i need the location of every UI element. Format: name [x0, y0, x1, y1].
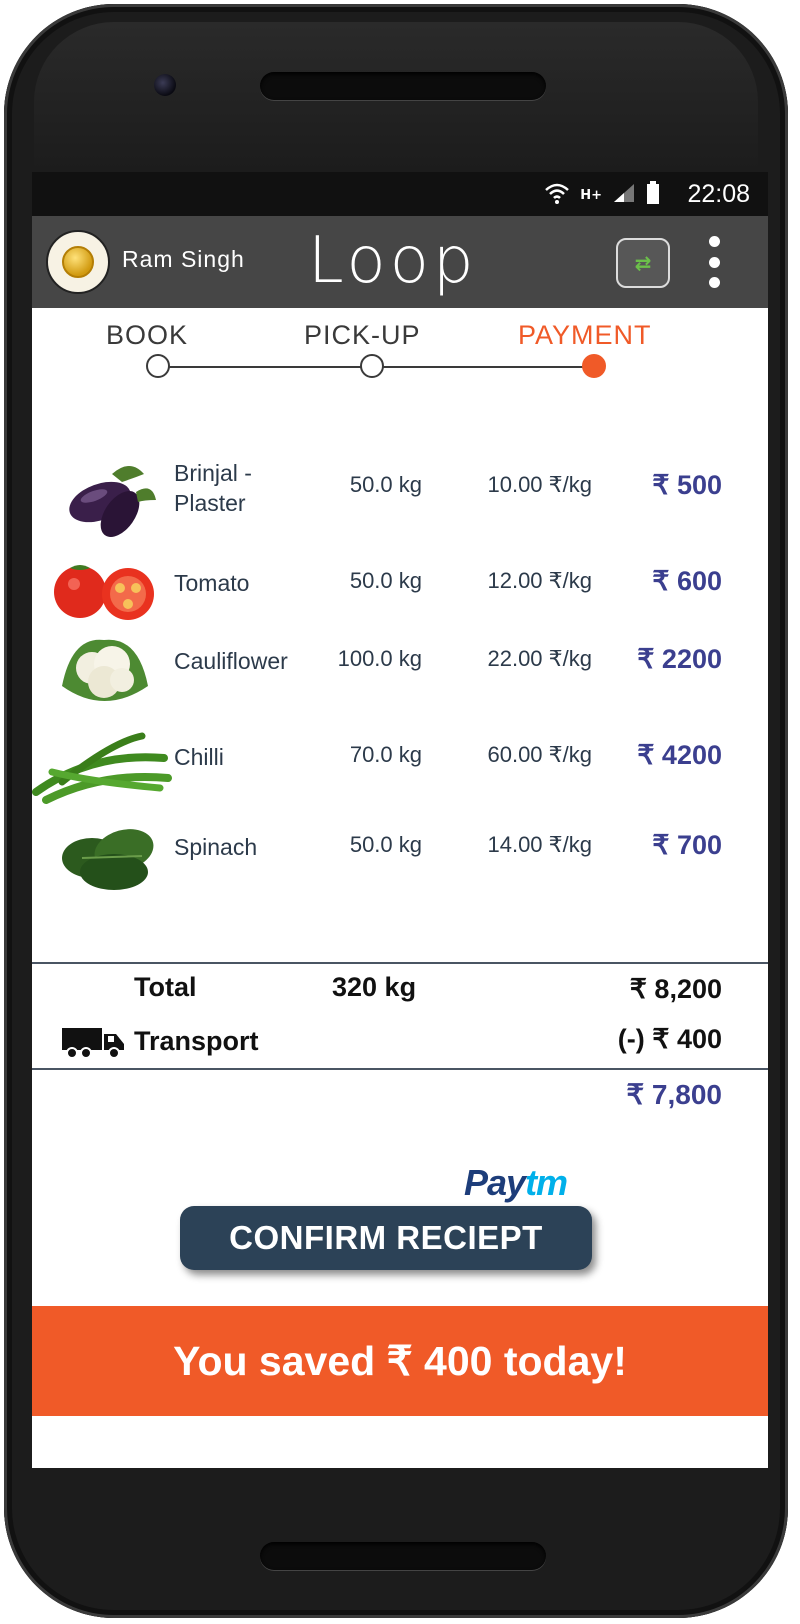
earpiece-speaker [260, 72, 546, 100]
item-qty: 50.0 kg [349, 832, 422, 857]
cauliflower-image [52, 626, 170, 712]
item-qty: 50.0 kg [349, 568, 422, 593]
item-amount: ₹ 600 [652, 566, 722, 596]
user-name[interactable]: Ram Singh [122, 246, 245, 273]
brinjal-image [52, 452, 170, 538]
net-amount: ₹ 7,800 [626, 1079, 722, 1110]
item-name: Tomato [174, 570, 250, 596]
network-type: H+ [580, 187, 602, 203]
item-amount: ₹ 500 [652, 470, 722, 500]
swap-arrows-icon: ⇄ [634, 251, 652, 275]
item-name: Spinach [174, 834, 258, 860]
status-bar: H+ 22:08 [32, 172, 768, 216]
item-rate: 22.00 ₹/kg [487, 646, 592, 671]
item-name-text: Brinjal - Plaster [174, 460, 252, 516]
overflow-menu-icon[interactable] [702, 236, 726, 288]
item-qty: 50.0 kg [349, 472, 422, 497]
item-amount: ₹ 4200 [637, 740, 722, 770]
item-rate: 60.00 ₹/kg [487, 742, 592, 767]
total-label: Total [134, 972, 197, 1002]
step-dot-pick-up [360, 354, 384, 378]
transport-label: Transport [134, 1026, 259, 1056]
list-item: Tomato 50.0 kg 12.00 ₹/kg ₹ 600 [32, 548, 768, 638]
total-amount: ₹ 8,200 [629, 974, 722, 1004]
bottom-speaker [260, 1542, 546, 1570]
phone-frame: H+ 22:08 Ram Singh Loop ⇄ BOOK PICK-UP P… [4, 4, 788, 1618]
item-qty: 70.0 kg [349, 742, 422, 767]
item-rate: 10.00 ₹/kg [487, 472, 592, 497]
app-bar: Ram Singh Loop ⇄ [32, 216, 768, 308]
wifi-icon [544, 181, 570, 209]
truck-icon [60, 1024, 126, 1064]
medal-icon [62, 246, 94, 278]
confirm-receipt-button[interactable]: CONFIRM RECIEPT [180, 1206, 592, 1270]
summary-divider-top [32, 962, 768, 964]
list-item: Cauliflower 100.0 kg 22.00 ₹/kg ₹ 2200 [32, 626, 768, 716]
summary-divider-bottom [32, 1068, 768, 1070]
front-camera [154, 74, 176, 96]
item-name: Brinjal - Plaster [174, 458, 284, 518]
item-rate: 12.00 ₹/kg [487, 568, 592, 593]
paytm-logo-pay: Pay [464, 1162, 526, 1203]
app-logo: Loop [308, 224, 478, 298]
chilli-image [32, 722, 172, 808]
step-payment[interactable]: PAYMENT [518, 320, 652, 351]
spinach-image [52, 812, 170, 898]
tomato-image [52, 548, 170, 634]
status-time: 22:08 [687, 180, 750, 208]
signal-icon [612, 182, 636, 208]
list-item: Brinjal - Plaster 50.0 kg 10.00 ₹/kg ₹ 5… [32, 452, 768, 542]
paytm-logo: Paytm [464, 1162, 568, 1204]
savings-banner: You saved ₹ 400 today! [32, 1306, 768, 1416]
item-name: Chilli [174, 744, 224, 770]
transport-amount: (-) ₹ 400 [617, 1024, 722, 1054]
item-name: Cauliflower [174, 648, 288, 674]
step-dot-book [146, 354, 170, 378]
paytm-logo-tm: tm [525, 1162, 568, 1203]
step-book[interactable]: BOOK [106, 320, 188, 351]
item-qty: 100.0 kg [337, 646, 422, 671]
item-amount: ₹ 700 [652, 830, 722, 860]
app-screen: H+ 22:08 Ram Singh Loop ⇄ BOOK PICK-UP P… [32, 172, 768, 1468]
status-icons: H+ [544, 181, 660, 209]
swap-button[interactable]: ⇄ [616, 238, 670, 288]
list-item: Chilli 70.0 kg 60.00 ₹/kg ₹ 4200 [32, 722, 768, 812]
step-pick-up[interactable]: PICK-UP [304, 320, 421, 351]
total-qty: 320 kg [332, 972, 417, 1002]
item-rate: 14.00 ₹/kg [487, 832, 592, 857]
progress-stepper: BOOK PICK-UP PAYMENT [32, 308, 768, 408]
step-dot-payment [582, 354, 606, 378]
list-item: Spinach 50.0 kg 14.00 ₹/kg ₹ 700 [32, 812, 768, 902]
battery-icon [646, 181, 660, 209]
item-amount: ₹ 2200 [637, 644, 722, 674]
avatar[interactable] [46, 230, 110, 294]
